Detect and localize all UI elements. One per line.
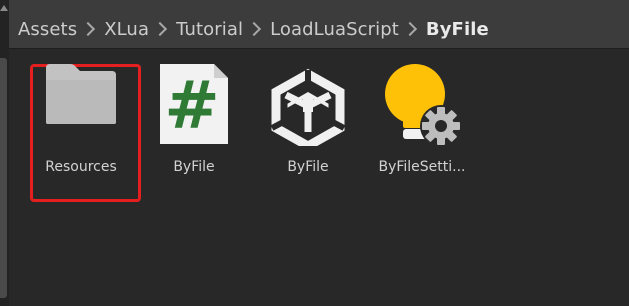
svg-text:#: # — [164, 67, 219, 144]
chevron-right-icon — [81, 21, 96, 37]
scroll-up-arrow-icon[interactable] — [0, 5, 8, 11]
asset-item-byfile-settings[interactable]: ByFileSetti... — [367, 49, 477, 209]
breadcrumb-item-tutorial[interactable]: Tutorial — [176, 19, 243, 40]
scrollbar-thumb[interactable] — [0, 58, 7, 298]
asset-label: ByFile — [173, 159, 215, 175]
asset-label: ByFileSetti... — [378, 159, 466, 175]
csharp-script-icon: # — [158, 62, 230, 150]
asset-item-resources-folder[interactable]: Resources — [26, 49, 136, 209]
asset-label: Resources — [45, 159, 117, 175]
breadcrumb-item-assets[interactable]: Assets — [18, 19, 77, 40]
asset-grid: Resources # ByFile ByFile ByFileSetti... — [9, 49, 629, 306]
breadcrumb-item-xlua[interactable]: XLua — [104, 19, 149, 40]
breadcrumb-item-byfile[interactable]: ByFile — [426, 19, 489, 40]
asset-item-byfile-scene[interactable]: ByFile — [253, 49, 363, 209]
breadcrumb-bar: Assets XLua Tutorial LoadLuaScript ByFil… — [9, 0, 629, 49]
unity-scene-icon — [269, 62, 347, 152]
chevron-right-icon — [153, 21, 168, 37]
chevron-right-icon — [402, 21, 417, 37]
asset-item-byfile-script[interactable]: # ByFile — [139, 49, 249, 209]
lightbulb-settings-icon — [379, 62, 465, 152]
folder-icon — [44, 62, 118, 130]
breadcrumb-item-loadluascript[interactable]: LoadLuaScript — [270, 19, 399, 40]
chevron-right-icon — [246, 21, 262, 37]
left-scrollbar[interactable] — [0, 0, 9, 306]
breadcrumb: Assets XLua Tutorial LoadLuaScript ByFil… — [18, 16, 489, 42]
asset-label: ByFile — [287, 159, 329, 175]
